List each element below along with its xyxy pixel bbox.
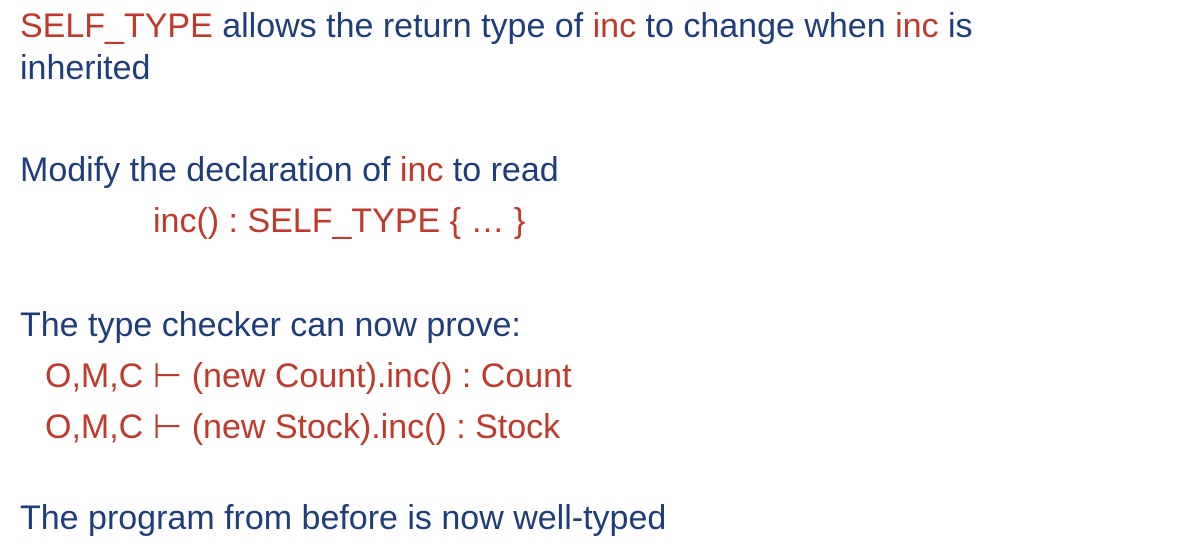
intro-line: SELF_TYPE allows the return type of inc …: [20, 6, 973, 46]
inc-keyword: inc: [895, 7, 939, 45]
code-declaration: inc() : SELF_TYPE { … }: [153, 202, 526, 240]
slide: SELF_TYPE allows the return type of inc …: [0, 0, 1195, 555]
intro-text-1: allows the return type of: [212, 7, 593, 45]
prove-heading: The type checker can now prove:: [20, 306, 521, 344]
intro-continuation: inherited: [20, 49, 151, 87]
modify-text-2: to read: [443, 151, 559, 189]
modify-line: Modify the declaration of inc to read: [20, 150, 559, 190]
self-type-keyword: SELF_TYPE: [20, 7, 213, 45]
intro-text-2: to change when: [636, 7, 896, 45]
intro-text-3: is: [938, 7, 973, 45]
modify-text-1: Modify the declaration of: [20, 151, 400, 189]
typing-judgement-count: O,M,C ⊢ (new Count).inc() : Count: [45, 357, 572, 395]
inc-keyword: inc: [592, 7, 637, 45]
conclusion-text: The program from before is now well-type…: [20, 499, 667, 537]
typing-judgement-stock: O,M,C ⊢ (new Stock).inc() : Stock: [45, 408, 561, 446]
inc-keyword: inc: [399, 151, 444, 189]
